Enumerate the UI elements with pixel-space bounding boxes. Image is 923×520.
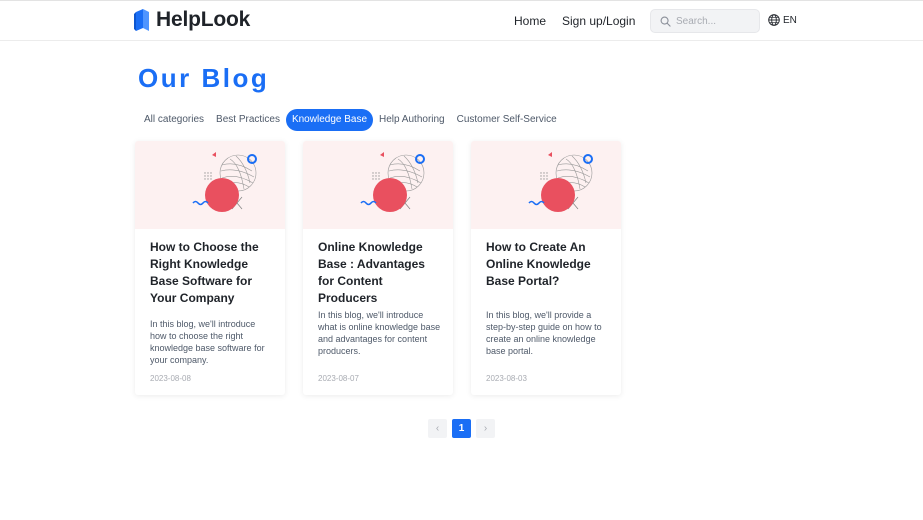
language-label: EN <box>783 14 797 26</box>
blog-title[interactable]: How to Create An Online Knowledge Base P… <box>486 239 610 290</box>
top-navbar: HelpLook Home Sign up/Login EN <box>0 0 923 41</box>
blog-thumbnail <box>303 141 453 229</box>
category-customer-self-service[interactable]: Customer Self-Service <box>451 109 563 131</box>
helplook-logo-icon <box>134 9 149 31</box>
blog-card[interactable]: How to Create An Online Knowledge Base P… <box>471 141 621 395</box>
category-best-practices[interactable]: Best Practices <box>210 109 286 131</box>
blog-excerpt: In this blog, we'll introduce what is on… <box>318 310 441 356</box>
prev-page-button[interactable]: ‹ <box>428 419 447 438</box>
blog-date: 2023-08-08 <box>150 374 191 383</box>
category-help-authoring[interactable]: Help Authoring <box>373 109 451 131</box>
blog-excerpt: In this blog, we'll introduce how to cho… <box>150 319 265 365</box>
brand-name: HelpLook <box>156 8 251 31</box>
language-switcher[interactable]: EN <box>768 14 797 26</box>
blog-title[interactable]: Online Knowledge Base : Advantages for C… <box>318 239 442 307</box>
blog-excerpt: In this blog, we'll provide a step-by-st… <box>486 310 602 356</box>
blog-card[interactable]: How to Choose the Right Knowledge Base S… <box>135 141 285 395</box>
category-knowledge-base[interactable]: Knowledge Base <box>285 109 374 131</box>
category-all[interactable]: All categories <box>138 109 210 131</box>
brand-logo[interactable]: HelpLook <box>134 9 250 31</box>
search-icon <box>660 16 671 27</box>
blog-thumbnail <box>135 141 285 229</box>
blog-illustration-icon <box>528 152 593 212</box>
globe-icon <box>768 14 780 26</box>
blog-thumbnail <box>471 141 621 229</box>
blog-date: 2023-08-07 <box>318 374 359 383</box>
page-title: Our Blog <box>138 63 270 93</box>
search-input[interactable] <box>676 15 756 27</box>
pagination: ‹ 1 › <box>428 419 500 438</box>
next-page-button[interactable]: › <box>476 419 495 438</box>
blog-date: 2023-08-03 <box>486 374 527 383</box>
category-filter: All categories Best Practices Knowledge … <box>138 109 563 131</box>
nav-signup-login-link[interactable]: Sign up/Login <box>562 14 635 28</box>
search-box[interactable] <box>650 9 760 33</box>
blog-illustration-icon <box>360 152 425 212</box>
blog-illustration-icon <box>192 152 257 212</box>
blog-title[interactable]: How to Choose the Right Knowledge Base S… <box>150 239 274 307</box>
page-1-button[interactable]: 1 <box>452 419 471 438</box>
nav-home-link[interactable]: Home <box>514 14 546 28</box>
blog-card[interactable]: Online Knowledge Base : Advantages for C… <box>303 141 453 395</box>
